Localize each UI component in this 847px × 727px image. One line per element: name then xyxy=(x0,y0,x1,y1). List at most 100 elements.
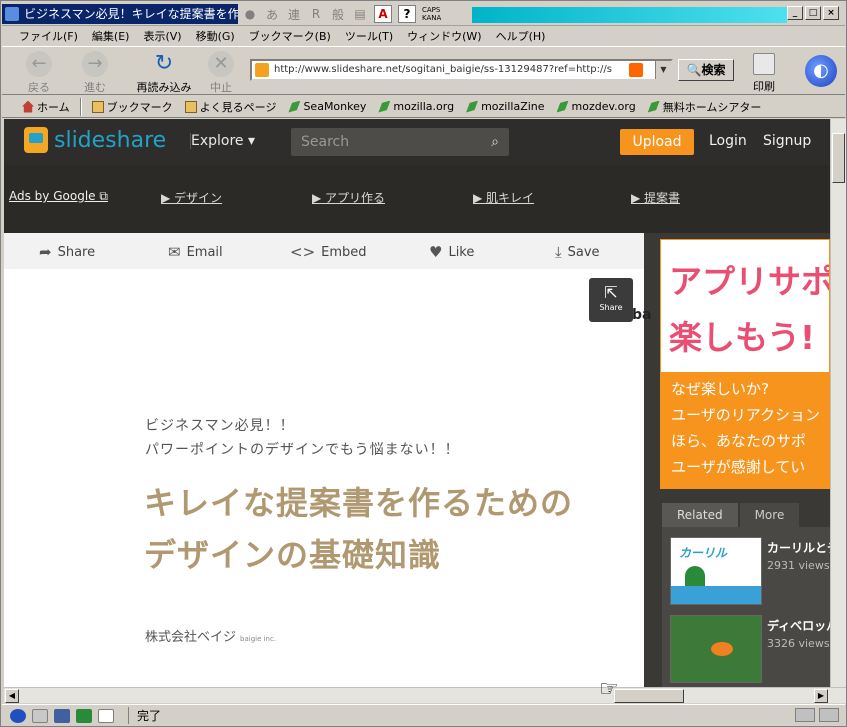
tab-related[interactable]: Related xyxy=(662,503,738,527)
forward-label: 進む xyxy=(84,81,106,94)
forward-arrow-icon: → xyxy=(82,51,108,77)
related-tabs: Related More xyxy=(662,503,830,527)
minimize-button[interactable]: _ xyxy=(787,6,803,20)
site-logo[interactable]: slideshare xyxy=(24,127,166,153)
bookmark-mozillazine[interactable]: mozillaZine xyxy=(460,100,550,113)
floating-share-button[interactable]: ⇱ Share xyxy=(589,278,633,322)
printer-icon xyxy=(753,53,775,75)
print-label: 印刷 xyxy=(753,80,775,93)
page-content: slideshare Explore ▾ Search ⌕ Upload Log… xyxy=(4,119,830,687)
forward-button[interactable]: → 進む xyxy=(70,51,120,95)
seamonkey-throbber-icon[interactable]: ◐ xyxy=(805,55,837,87)
slide-actions-bar: ➦ Share ✉ Email <> Embed ♥ Like ⤓ Save xyxy=(4,233,644,269)
search-button[interactable]: 🔍検索 xyxy=(678,59,734,81)
vertical-scroll-thumb[interactable] xyxy=(832,133,845,183)
ad-link-design[interactable]: ▶ デザイン xyxy=(161,189,222,206)
address-url: http://www.slideshare.net/sogitani_baigi… xyxy=(274,64,612,75)
slideshare-logo-icon xyxy=(24,127,48,153)
share-action[interactable]: ➦ Share xyxy=(39,243,95,261)
ad-link-proposal[interactable]: ▶ 提案書 xyxy=(631,189,680,206)
menu-window[interactable]: ウィンドウ(W) xyxy=(400,28,488,44)
character-graphic xyxy=(711,642,733,656)
reload-icon: ↻ xyxy=(154,51,174,76)
tab-more[interactable]: More xyxy=(739,503,800,527)
sidebar-ad-headline: アプリサポ 楽しもう! xyxy=(669,262,830,357)
like-action[interactable]: ♥ Like xyxy=(429,243,474,261)
close-button[interactable]: × xyxy=(823,6,839,20)
reload-button[interactable]: ↻ 再読み込み xyxy=(132,51,196,95)
ad-link-app[interactable]: ▶ アプリ作る xyxy=(312,189,385,206)
related-item[interactable]: カーリル カーリルとデ 2931 views xyxy=(670,537,830,607)
address-book-icon[interactable] xyxy=(98,708,114,723)
horizontal-scrollbar[interactable]: ◀ ▶ xyxy=(4,687,846,703)
signup-link[interactable]: Signup xyxy=(763,133,811,149)
online-indicator-icon[interactable] xyxy=(795,708,815,722)
bookmark-home[interactable]: ホーム xyxy=(16,99,76,115)
ad-link-skin[interactable]: ▶ 肌キレイ xyxy=(473,189,534,206)
stop-button[interactable]: ✕ 中止 xyxy=(196,51,246,95)
sidebar-ad[interactable]: アプリサポ 楽しもう! なぜ楽しいか? ユーザのリアクション ほら、あなたのサポ… xyxy=(660,239,830,489)
composer-icon[interactable] xyxy=(76,708,92,723)
bookmark-folder[interactable]: ブックマーク xyxy=(86,99,179,115)
site-search-input[interactable]: Search ⌕ xyxy=(291,128,509,156)
ime-hiragana[interactable]: あ xyxy=(264,6,280,23)
address-dropdown-icon[interactable]: ▼ xyxy=(655,61,671,79)
bookmark-mozilla[interactable]: mozilla.org xyxy=(372,100,460,113)
bookmark-seamonkey[interactable]: SeaMonkey xyxy=(282,100,372,113)
ime-dictionary[interactable]: 般 xyxy=(330,6,346,23)
menu-edit[interactable]: 編集(E) xyxy=(85,28,137,44)
ime-conversion[interactable]: 連 xyxy=(286,6,302,23)
login-link[interactable]: Login xyxy=(709,133,747,149)
rss-icon[interactable] xyxy=(629,63,643,77)
print-button[interactable]: 印刷 xyxy=(742,53,786,94)
mail-icon[interactable] xyxy=(32,708,48,723)
bookmark-frequent[interactable]: よく見るページ xyxy=(179,99,283,115)
ime-dot-icon[interactable]: ● xyxy=(242,7,258,21)
reload-label: 再読み込み xyxy=(136,81,192,94)
ime-tool-icon[interactable]: A xyxy=(374,5,392,23)
address-bar[interactable]: http://www.slideshare.net/sogitani_baigi… xyxy=(250,59,673,81)
ads-by-google-link[interactable]: Ads by Google ⧉ xyxy=(9,189,108,204)
bookmark-mozdev[interactable]: mozdev.org xyxy=(551,100,642,113)
menu-view[interactable]: 表示(V) xyxy=(136,28,188,44)
menu-help[interactable]: ヘルプ(H) xyxy=(489,28,553,44)
chat-icon[interactable] xyxy=(54,708,70,723)
slide-title: キレイな提案書を作るための デザインの基礎知識 xyxy=(144,477,573,581)
window-title[interactable]: ビジネスマン必見！キレイな提案書を作るため xyxy=(2,4,238,24)
menu-tools[interactable]: ツール(T) xyxy=(338,28,400,44)
explore-menu[interactable]: Explore ▾ xyxy=(190,133,255,149)
save-action[interactable]: ⤓ Save xyxy=(555,243,600,261)
navigator-icon[interactable] xyxy=(10,708,26,723)
hand-cursor-icon: ☞ xyxy=(599,677,619,702)
code-icon: <> xyxy=(290,243,316,261)
related-thumbnail: カーリル xyxy=(670,537,762,605)
scroll-left-arrow-icon[interactable]: ◀ xyxy=(5,689,19,703)
horizontal-scroll-thumb[interactable] xyxy=(614,689,684,703)
related-title[interactable]: カーリルとデ xyxy=(767,539,830,556)
scroll-right-arrow-icon[interactable]: ▶ xyxy=(814,689,828,703)
status-indicators xyxy=(795,708,839,722)
ime-toolbar: ● あ 連 R 般 ▤ A ? CAPS KANA xyxy=(242,4,441,24)
related-item[interactable]: ディベロッパ 3326 views xyxy=(670,615,830,685)
related-thumbnail xyxy=(670,615,762,683)
email-action[interactable]: ✉ Email xyxy=(168,243,223,261)
menu-file[interactable]: ファイル(F) xyxy=(12,28,85,44)
home-icon xyxy=(22,100,34,113)
ime-pad-icon[interactable]: ▤ xyxy=(352,7,368,21)
embed-action[interactable]: <> Embed xyxy=(290,243,367,261)
back-button[interactable]: ← 戻る xyxy=(14,51,64,95)
ime-roman[interactable]: R xyxy=(308,7,324,21)
maximize-button[interactable]: □ xyxy=(805,6,821,20)
bookmark-theater[interactable]: 無料ホームシアター xyxy=(642,99,768,115)
upload-button[interactable]: Upload xyxy=(620,129,694,155)
vertical-scrollbar[interactable] xyxy=(830,119,846,687)
ime-help-icon[interactable]: ? xyxy=(398,5,416,23)
related-title[interactable]: ディベロッパ xyxy=(767,617,830,634)
app-icon xyxy=(5,7,19,21)
navigation-toolbar: ← 戻る → 進む ↻ 再読み込み ✕ 中止 http://www.slides… xyxy=(2,46,845,95)
search-icon[interactable]: ⌕ xyxy=(491,128,499,156)
menu-bookmarks[interactable]: ブックマーク(B) xyxy=(242,28,338,44)
menu-go[interactable]: 移動(G) xyxy=(189,28,242,44)
caps-kana-indicator: CAPS KANA xyxy=(422,6,442,22)
security-lock-icon[interactable] xyxy=(819,708,839,722)
